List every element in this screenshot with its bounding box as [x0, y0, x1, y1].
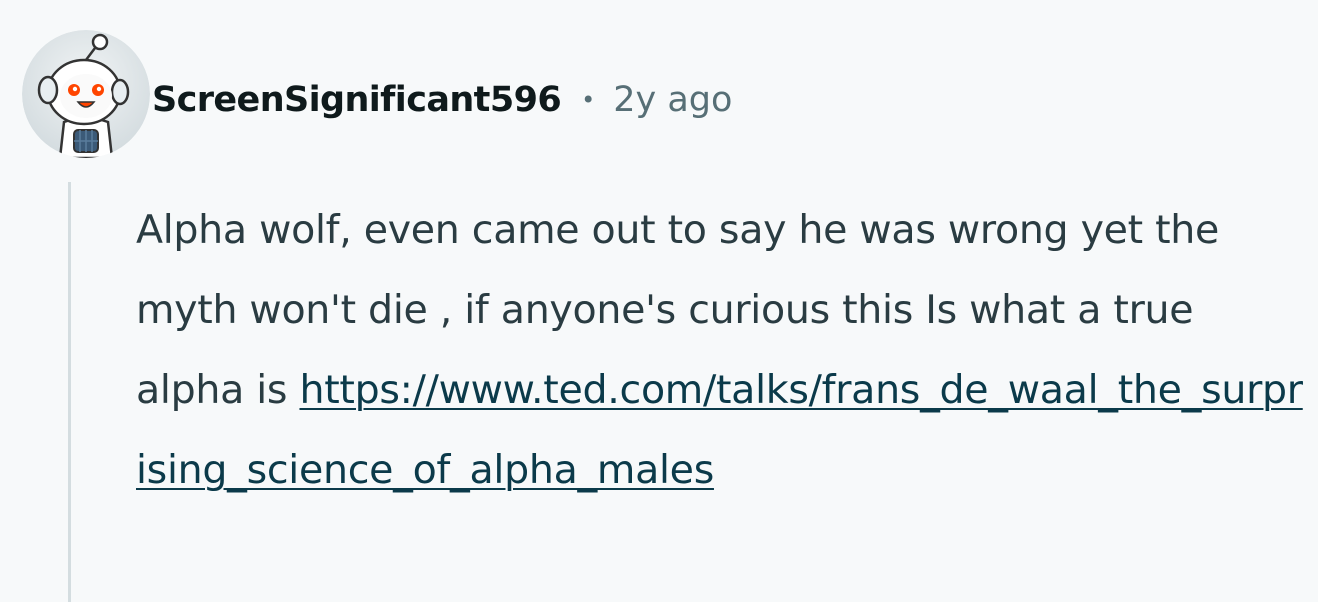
comment-header: ScreenSignificant596 • 2y ago [152, 70, 732, 130]
thread-collapse-line[interactable] [68, 182, 71, 602]
snoo-avatar-icon [22, 30, 150, 158]
meta-separator: • [581, 86, 596, 114]
comment: ScreenSignificant596 • 2y ago Alpha wolf… [0, 0, 1318, 602]
author-username[interactable]: ScreenSignificant596 [152, 80, 562, 120]
user-avatar[interactable] [22, 30, 150, 158]
comment-body: Alpha wolf, even came out to say he was … [136, 190, 1311, 510]
comment-timestamp[interactable]: 2y ago [613, 80, 732, 120]
comment-link[interactable]: https://www.ted.com/talks/frans_de_waal_… [136, 367, 1303, 493]
